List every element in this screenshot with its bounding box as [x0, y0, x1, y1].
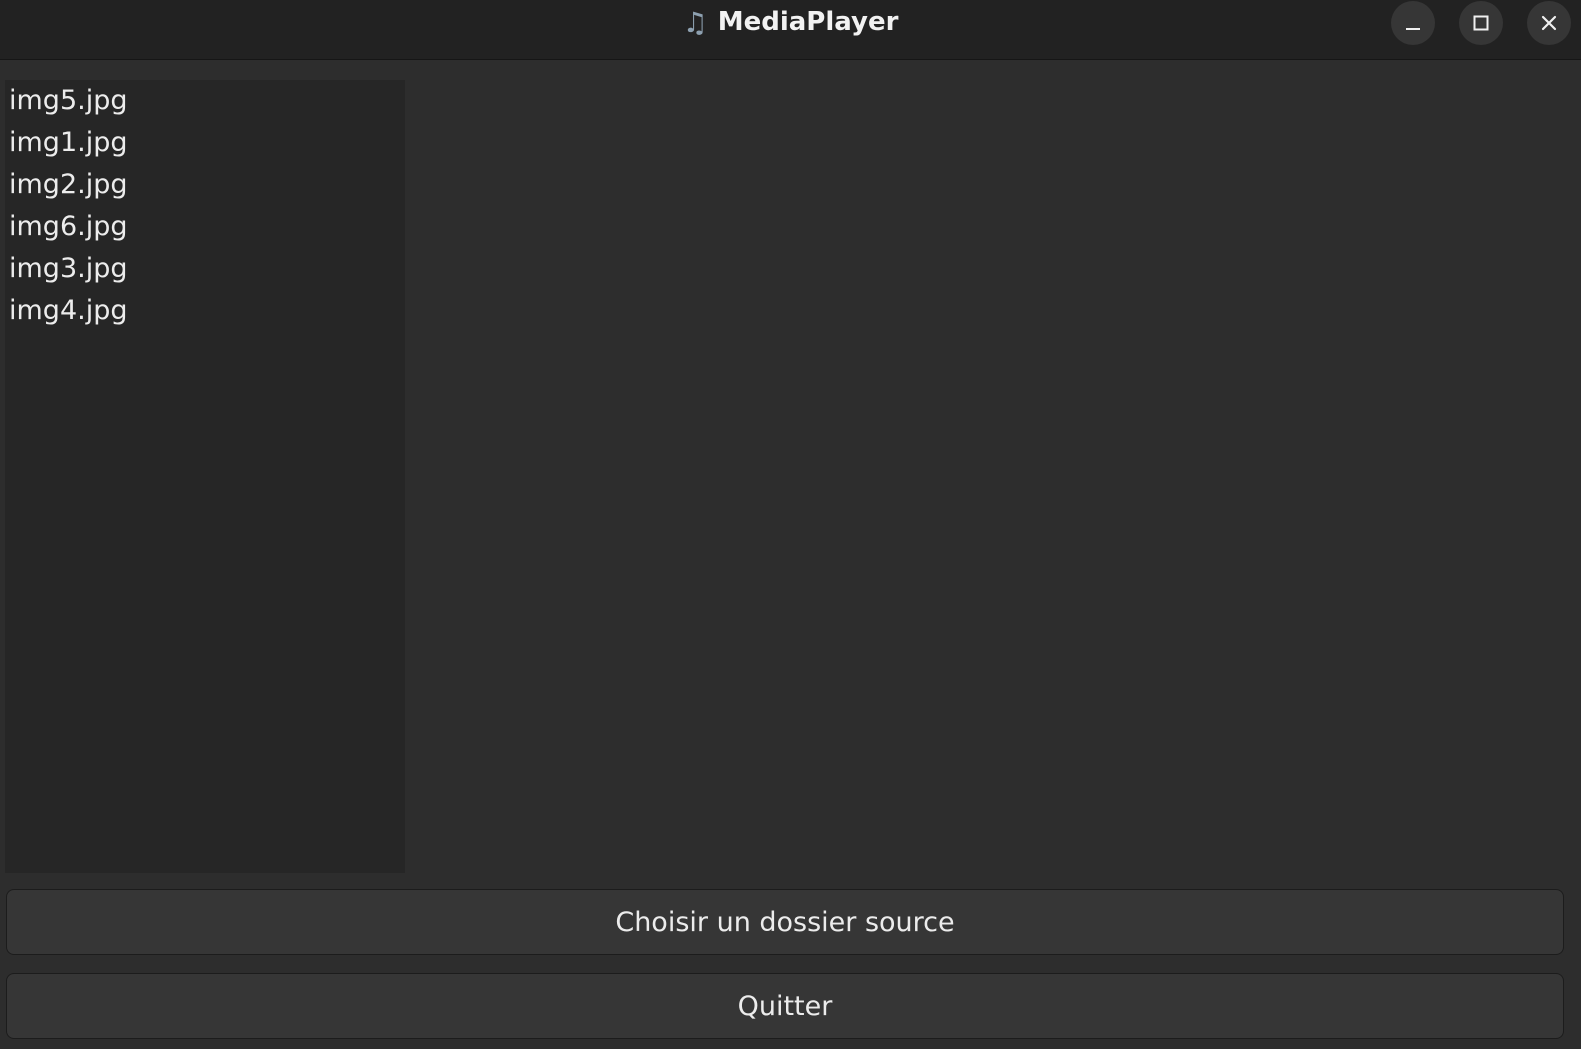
maximize-button[interactable]: [1459, 1, 1503, 45]
list-item[interactable]: img2.jpg: [5, 164, 405, 206]
list-item[interactable]: img6.jpg: [5, 206, 405, 248]
list-item[interactable]: img4.jpg: [5, 290, 405, 332]
maximize-icon: [1473, 15, 1489, 31]
list-item[interactable]: img3.jpg: [5, 248, 405, 290]
window-title-text: MediaPlayer: [717, 7, 899, 37]
close-button[interactable]: [1527, 1, 1571, 45]
list-item[interactable]: img1.jpg: [5, 122, 405, 164]
minimize-icon: [1406, 28, 1420, 30]
title-bar[interactable]: ♫ MediaPlayer: [0, 0, 1581, 60]
close-icon: [1541, 15, 1557, 31]
minimize-button[interactable]: [1391, 1, 1435, 45]
media-player-window: ♫ MediaPlayer img5.jpg img1.jpg img2.jpg…: [0, 0, 1581, 1049]
quit-button[interactable]: Quitter: [6, 973, 1564, 1039]
window-title: ♫ MediaPlayer: [0, 0, 1581, 44]
image-preview-area: [410, 80, 1575, 873]
music-note-icon: ♫: [682, 5, 708, 39]
list-item[interactable]: img5.jpg: [5, 80, 405, 122]
choose-source-folder-button[interactable]: Choisir un dossier source: [6, 889, 1564, 955]
file-list[interactable]: img5.jpg img1.jpg img2.jpg img6.jpg img3…: [5, 80, 405, 873]
